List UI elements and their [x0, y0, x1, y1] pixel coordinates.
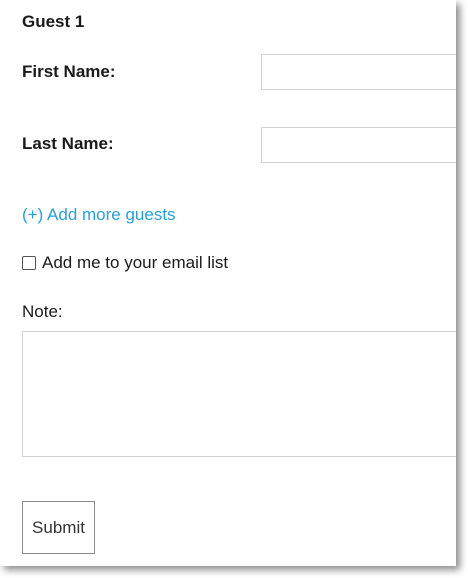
email-list-option[interactable]: Add me to your email list — [22, 253, 228, 273]
first-name-input[interactable] — [261, 54, 456, 90]
submit-button[interactable]: Submit — [22, 501, 95, 554]
guest-heading: Guest 1 — [22, 12, 85, 31]
note-label: Note: — [22, 302, 63, 321]
guest-form-panel: Guest 1 First Name: Last Name: (+) Add m… — [0, 0, 456, 566]
note-textarea[interactable] — [22, 331, 456, 457]
last-name-label: Last Name: — [22, 134, 114, 153]
email-list-checkbox[interactable] — [22, 256, 36, 270]
first-name-label: First Name: — [22, 62, 116, 81]
last-name-input[interactable] — [261, 127, 456, 163]
email-list-label: Add me to your email list — [42, 253, 229, 272]
add-more-guests-link[interactable]: (+) Add more guests — [22, 205, 176, 225]
